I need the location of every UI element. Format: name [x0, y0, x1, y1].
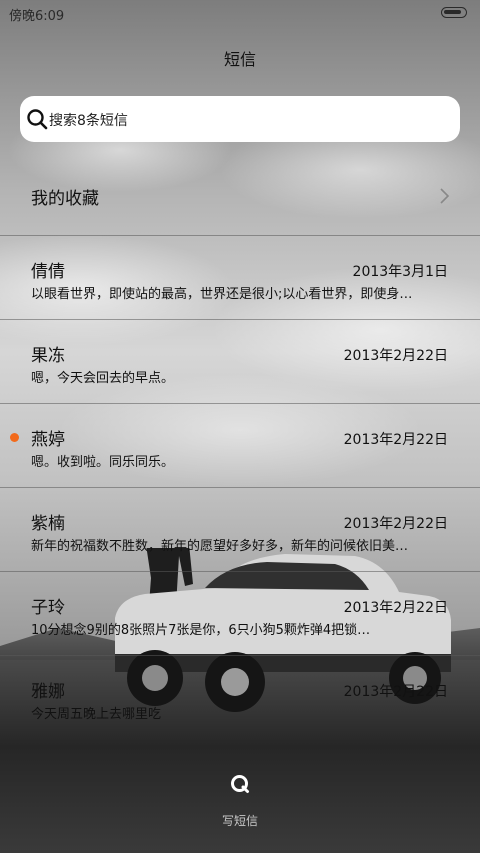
compose-icon [231, 775, 249, 793]
message-preview: 今天周五晚上去哪里吃 [31, 707, 162, 722]
search-placeholder: 搜索8条短信 [49, 113, 128, 129]
message-date: 2013年2月22日 [343, 684, 448, 700]
conversation-row[interactable]: 雅娜 2013年2月22日 今天周五晚上去哪里吃 [0, 655, 480, 739]
message-preview: 10分想念9别的8张照片7张是你，6只小狗5颗炸弹4把锁… [31, 623, 371, 638]
conversation-row[interactable]: 倩倩 2013年3月1日 以眼看世界，即使站的最高，世界还是很小;以心看世界，即… [0, 235, 480, 319]
compose-button[interactable]: 写短信 [200, 768, 280, 832]
compose-label: 写短信 [221, 814, 258, 828]
contact-name: 果冻 [31, 346, 65, 366]
chevron-right-icon [440, 188, 450, 204]
status-bar: 傍晚6:09 [0, 0, 480, 28]
battery-fill [444, 10, 461, 14]
message-date: 2013年3月1日 [352, 264, 448, 280]
contact-name: 燕婷 [31, 430, 65, 450]
conversation-row[interactable]: 紫楠 2013年2月22日 新年的祝福数不胜数，新年的愿望好多好多，新年的问候依… [0, 487, 480, 571]
conversation-row[interactable]: 果冻 2013年2月22日 嗯，今天会回去的早点。 [0, 319, 480, 403]
message-date: 2013年2月22日 [343, 348, 448, 364]
unread-dot-icon [10, 433, 19, 442]
contact-name: 雅娜 [31, 682, 65, 702]
search-input[interactable]: 搜索8条短信 [20, 96, 460, 142]
contact-name: 倩倩 [31, 262, 65, 282]
search-icon [27, 109, 48, 130]
message-preview: 嗯，今天会回去的早点。 [31, 371, 175, 386]
message-preview: 嗯。收到啦。同乐同乐。 [31, 455, 175, 470]
favorites-row[interactable]: 我的收藏 [0, 155, 480, 235]
message-date: 2013年2月22日 [343, 600, 448, 616]
message-preview: 以眼看世界，即使站的最高，世界还是很小;以心看世界，即使身… [31, 287, 413, 302]
contact-name: 子玲 [31, 598, 65, 618]
page-title: 短信 [223, 50, 256, 69]
message-date: 2013年2月22日 [343, 516, 448, 532]
status-time: 傍晚6:09 [9, 9, 65, 24]
conversation-list: 倩倩 2013年3月1日 以眼看世界，即使站的最高，世界还是很小;以心看世界，即… [0, 235, 480, 739]
conversation-row[interactable]: 燕婷 2013年2月22日 嗯。收到啦。同乐同乐。 [0, 403, 480, 487]
message-preview: 新年的祝福数不胜数，新年的愿望好多好多，新年的问候依旧美… [31, 539, 409, 554]
battery-icon [441, 7, 467, 18]
message-date: 2013年2月22日 [343, 432, 448, 448]
favorites-label: 我的收藏 [31, 189, 99, 209]
contact-name: 紫楠 [31, 514, 65, 534]
conversation-row[interactable]: 子玲 2013年2月22日 10分想念9别的8张照片7张是你，6只小狗5颗炸弹4… [0, 571, 480, 655]
